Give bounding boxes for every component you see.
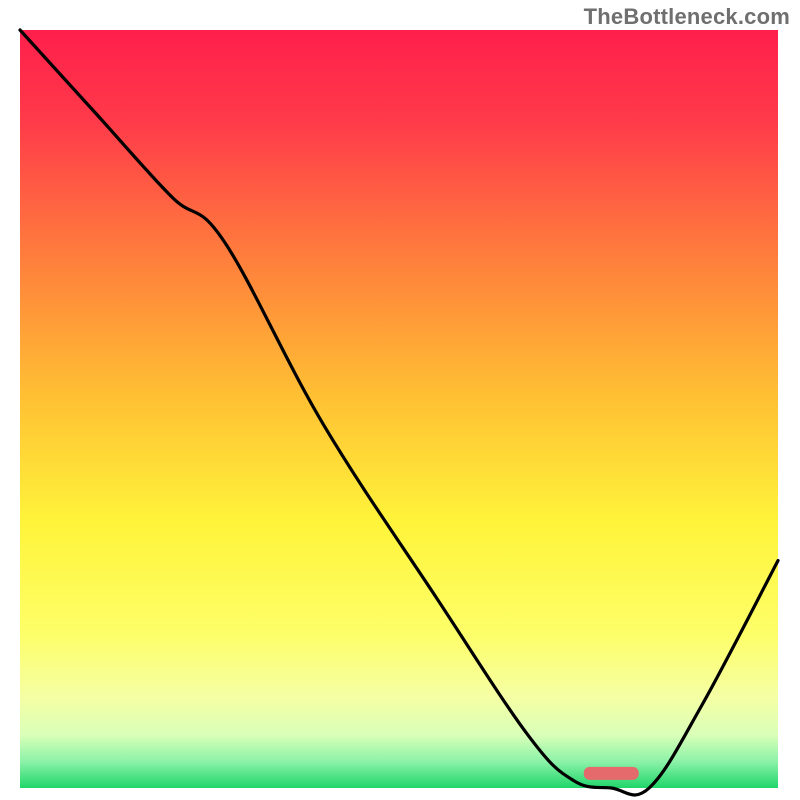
optimal-marker: [584, 767, 639, 780]
plot-background: [20, 30, 778, 788]
chart-svg: [0, 0, 800, 800]
chart-stage: TheBottleneck.com: [0, 0, 800, 800]
